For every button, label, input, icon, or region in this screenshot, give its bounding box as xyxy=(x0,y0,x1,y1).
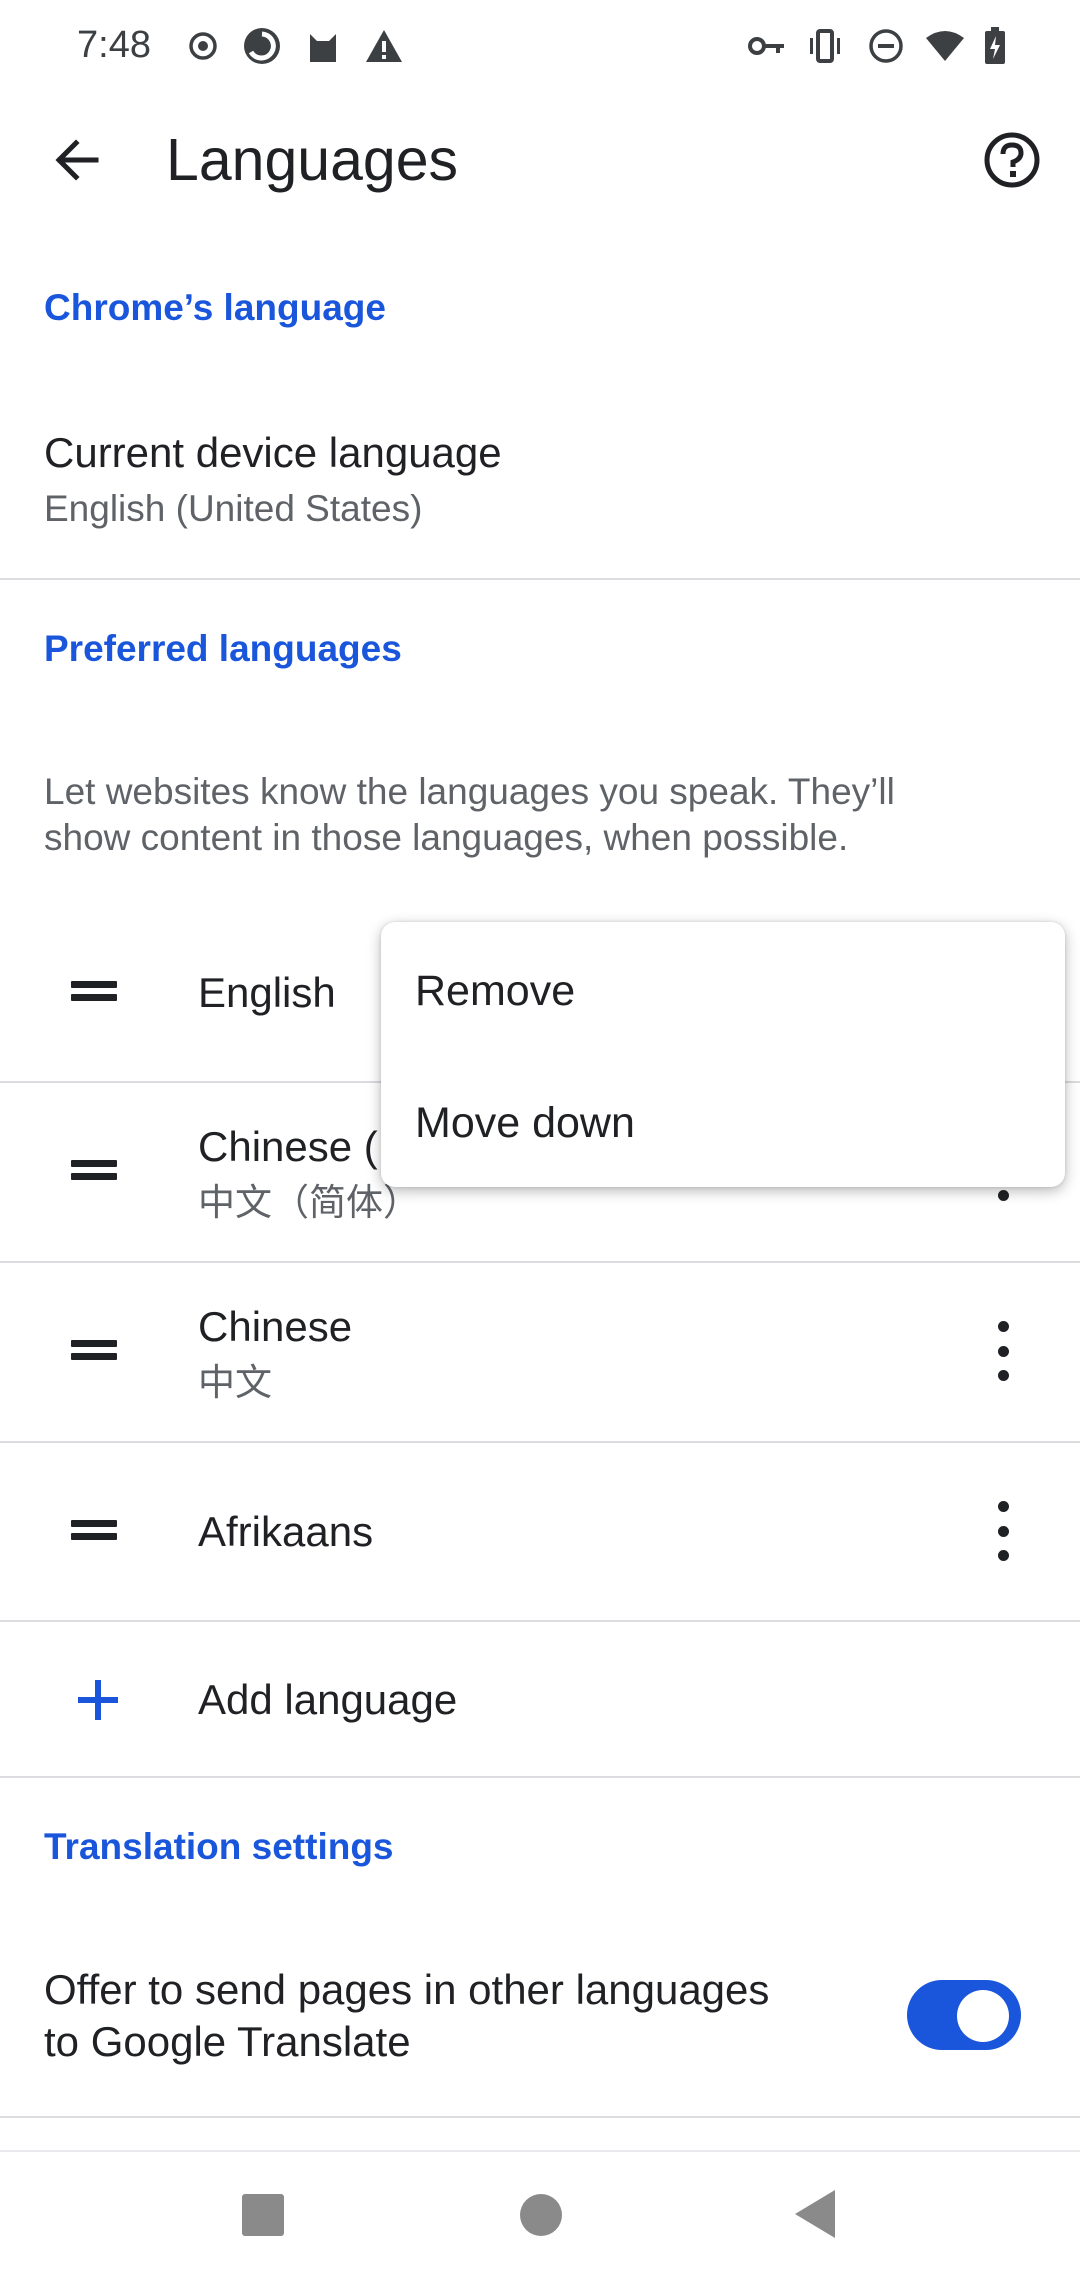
language-row-afrikaans[interactable]: Afrikaans xyxy=(0,1443,1080,1620)
home-circle-icon[interactable] xyxy=(519,2193,563,2237)
warning-icon xyxy=(364,26,404,66)
offer-translate-line1: Offer to send pages in other languages xyxy=(44,1966,770,2013)
back-button[interactable] xyxy=(48,130,108,190)
current-device-language-value: English (United States) xyxy=(44,488,423,529)
add-language-label: Add language xyxy=(198,1676,458,1723)
more-options-icon[interactable] xyxy=(993,1501,1013,1561)
do-not-disturb-icon xyxy=(866,26,906,66)
language-native-name: 中文 xyxy=(198,1362,272,1403)
drag-handle-icon[interactable] xyxy=(71,1160,117,1180)
add-language-button[interactable]: Add language xyxy=(0,1622,1080,1776)
offer-translate-line2: to Google Translate xyxy=(44,2018,411,2065)
more-options-icon[interactable] xyxy=(993,1321,1013,1381)
status-time: 7:48 xyxy=(77,24,151,66)
preferred-languages-description-line1: Let websites know the languages you spea… xyxy=(44,771,895,812)
divider xyxy=(0,1776,1080,1778)
translation-settings-header: Translation settings xyxy=(44,1826,394,1867)
current-device-language-title: Current device language xyxy=(44,429,502,476)
record-icon xyxy=(183,26,223,66)
chrome-language-header: Chrome’s language xyxy=(44,287,386,328)
wifi-icon xyxy=(925,26,965,66)
preferred-languages-description-line2: show content in those languages, when po… xyxy=(44,817,849,858)
menu-item-remove[interactable]: Remove xyxy=(415,961,575,1021)
language-name: Chinese xyxy=(198,1303,353,1350)
divider xyxy=(0,2116,1080,2118)
preferred-languages-header: Preferred languages xyxy=(44,628,402,669)
language-context-menu: Remove Move down xyxy=(381,922,1065,1187)
drag-handle-icon[interactable] xyxy=(71,1520,117,1540)
language-name: Afrikaans xyxy=(198,1508,374,1555)
language-name: Chinese ( xyxy=(198,1123,378,1170)
language-row-chinese[interactable]: Chinese 中文 xyxy=(0,1263,1080,1441)
back-triangle-icon[interactable] xyxy=(793,2188,837,2240)
vpn-key-icon xyxy=(747,26,787,66)
add-icon xyxy=(78,1680,118,1720)
cat-icon xyxy=(303,26,343,66)
vibrate-icon xyxy=(805,26,845,66)
recents-square-icon[interactable] xyxy=(241,2193,285,2237)
toggle-thumb xyxy=(957,1990,1009,2042)
help-icon xyxy=(984,132,1040,188)
language-native-name: 中文（简体） xyxy=(198,1182,420,1223)
battery-charging-icon xyxy=(975,26,1015,66)
language-name: English xyxy=(198,969,336,1016)
data-saver-icon xyxy=(242,26,282,66)
divider xyxy=(0,578,1080,580)
drag-handle-icon[interactable] xyxy=(71,981,117,1001)
page-title: Languages xyxy=(166,127,459,193)
arrow-back-icon xyxy=(55,139,99,181)
help-button[interactable] xyxy=(982,130,1042,190)
menu-item-move-down[interactable]: Move down xyxy=(415,1093,635,1153)
current-device-language-row[interactable]: Current device language English (United … xyxy=(0,410,1080,578)
drag-handle-icon[interactable] xyxy=(71,1340,117,1360)
